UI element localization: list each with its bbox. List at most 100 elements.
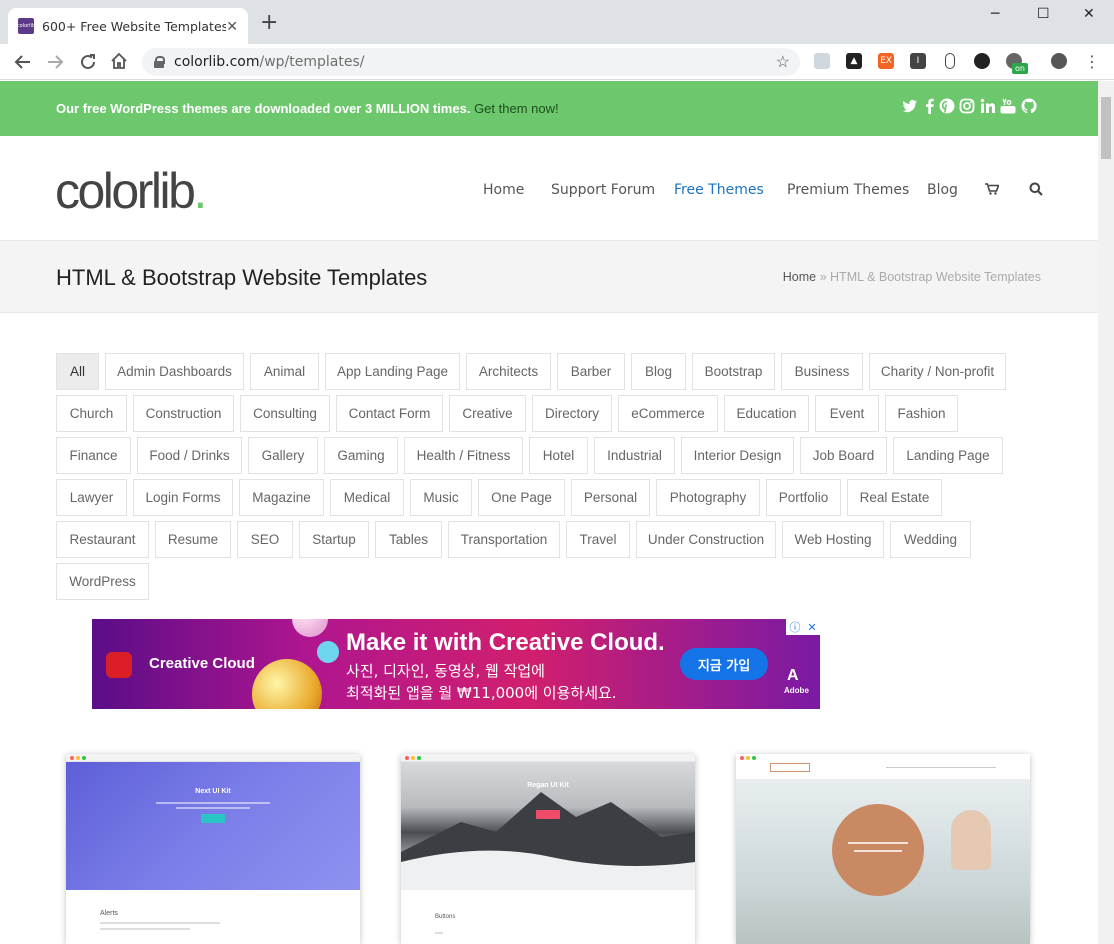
home-icon[interactable] bbox=[110, 52, 128, 70]
ad-choices[interactable]: ⓘ ✕ bbox=[786, 619, 820, 635]
tag-under-construction[interactable]: Under Construction bbox=[636, 521, 776, 558]
ex-extension-icon[interactable]: EX bbox=[878, 53, 894, 69]
tag-fashion[interactable]: Fashion bbox=[885, 395, 958, 432]
search-icon[interactable] bbox=[1029, 182, 1043, 196]
tag-blog[interactable]: Blog bbox=[631, 353, 686, 390]
tag-church[interactable]: Church bbox=[56, 395, 127, 432]
linkedin-icon[interactable] bbox=[980, 98, 996, 114]
tag-seo[interactable]: SEO bbox=[237, 521, 293, 558]
shield-extension-icon[interactable] bbox=[974, 53, 990, 69]
tag-gaming[interactable]: Gaming bbox=[324, 437, 398, 474]
tag-hotel[interactable]: Hotel bbox=[529, 437, 588, 474]
tag-food-drinks[interactable]: Food / Drinks bbox=[137, 437, 242, 474]
tag-architects[interactable]: Architects bbox=[466, 353, 551, 390]
tag-transportation[interactable]: Transportation bbox=[448, 521, 560, 558]
nav-premium-themes[interactable]: Premium Themes bbox=[787, 182, 909, 198]
tag-app-landing-page[interactable]: App Landing Page bbox=[325, 353, 460, 390]
card-hero-button bbox=[536, 810, 560, 819]
window-close-button[interactable]: ✕ bbox=[1083, 6, 1095, 22]
cart-icon[interactable] bbox=[985, 183, 999, 195]
facebook-icon[interactable] bbox=[922, 98, 938, 114]
tag-directory[interactable]: Directory bbox=[532, 395, 612, 432]
template-card-next-ui-kit[interactable]: Next UI Kit Alerts bbox=[66, 754, 360, 944]
tag-travel[interactable]: Travel bbox=[566, 521, 630, 558]
tag-interior-design[interactable]: Interior Design bbox=[681, 437, 794, 474]
tag-barber[interactable]: Barber bbox=[557, 353, 625, 390]
new-tab-button[interactable]: + bbox=[260, 12, 278, 34]
arrow-right-icon[interactable] bbox=[46, 53, 64, 71]
tag-gallery[interactable]: Gallery bbox=[248, 437, 318, 474]
ad-info-icon[interactable]: ⓘ bbox=[789, 619, 800, 635]
tag-creative[interactable]: Creative bbox=[449, 395, 526, 432]
nav-blog[interactable]: Blog bbox=[927, 182, 958, 198]
cloud-extension-icon[interactable] bbox=[814, 53, 830, 69]
template-card-regan-ui-kit[interactable]: Regan UI Kit Buttons bbox=[401, 754, 695, 944]
tag-resume[interactable]: Resume bbox=[155, 521, 231, 558]
tag-tables[interactable]: Tables bbox=[375, 521, 442, 558]
maximize-button[interactable]: ☐ bbox=[1037, 6, 1050, 22]
tag-real-estate[interactable]: Real Estate bbox=[847, 479, 942, 516]
tag-ecommerce[interactable]: eCommerce bbox=[618, 395, 718, 432]
creative-cloud-ad-banner[interactable]: Creative Cloud Make it with Creative Clo… bbox=[92, 619, 820, 709]
browser-tab[interactable]: colorlib 600+ Free Website Templates | ✕ bbox=[8, 8, 248, 44]
tag-wordpress[interactable]: WordPress bbox=[56, 563, 149, 600]
tag-restaurant[interactable]: Restaurant bbox=[56, 521, 149, 558]
mouse-extension-icon[interactable] bbox=[945, 53, 955, 69]
address-bar[interactable]: colorlib.com/wp/templates/ ☆ bbox=[142, 48, 800, 76]
github-icon[interactable] bbox=[1021, 98, 1037, 114]
nav-support-forum[interactable]: Support Forum bbox=[551, 182, 655, 198]
tag-job-board[interactable]: Job Board bbox=[800, 437, 887, 474]
url-text[interactable]: colorlib.com/wp/templates/ bbox=[174, 54, 364, 70]
tag-one-page[interactable]: One Page bbox=[478, 479, 565, 516]
tag-magazine[interactable]: Magazine bbox=[239, 479, 324, 516]
tag-landing-page[interactable]: Landing Page bbox=[893, 437, 1003, 474]
bookmark-star-icon[interactable]: ☆ bbox=[776, 52, 790, 72]
promo-cta-link[interactable]: Get them now! bbox=[474, 101, 559, 116]
colorlib-logo[interactable]: colorlib. bbox=[55, 162, 207, 220]
template-card-wedding[interactable] bbox=[736, 754, 1030, 944]
tag-wedding[interactable]: Wedding bbox=[890, 521, 971, 558]
minimize-button[interactable]: ─ bbox=[991, 6, 999, 22]
tag-charity-non-profit[interactable]: Charity / Non-profit bbox=[869, 353, 1006, 390]
tag-admin-dashboards[interactable]: Admin Dashboards bbox=[105, 353, 244, 390]
menu-kebab-icon[interactable]: ⋮ bbox=[1084, 52, 1100, 71]
tag-music[interactable]: Music bbox=[410, 479, 472, 516]
tag-construction[interactable]: Construction bbox=[133, 395, 234, 432]
tag-medical[interactable]: Medical bbox=[330, 479, 404, 516]
page-scrollbar[interactable] bbox=[1098, 81, 1114, 944]
tag-health-fitness[interactable]: Health / Fitness bbox=[404, 437, 523, 474]
tag-bootstrap[interactable]: Bootstrap bbox=[692, 353, 775, 390]
profile-avatar-icon[interactable] bbox=[1051, 53, 1067, 69]
tag-business[interactable]: Business bbox=[781, 353, 863, 390]
instagram-icon[interactable] bbox=[959, 98, 975, 114]
nav-free-themes[interactable]: Free Themes bbox=[674, 182, 764, 198]
tag-lawyer[interactable]: Lawyer bbox=[56, 479, 127, 516]
tag-consulting[interactable]: Consulting bbox=[240, 395, 330, 432]
tag-education[interactable]: Education bbox=[724, 395, 809, 432]
scrollbar-thumb[interactable] bbox=[1101, 97, 1111, 159]
tag-contact-form[interactable]: Contact Form bbox=[336, 395, 443, 432]
ad-close-icon[interactable]: ✕ bbox=[807, 621, 816, 634]
tag-industrial[interactable]: Industrial bbox=[594, 437, 675, 474]
twitter-icon[interactable] bbox=[902, 98, 918, 114]
nav-home[interactable]: Home bbox=[483, 182, 524, 198]
pinterest-icon[interactable] bbox=[939, 98, 955, 114]
arrow-left-icon[interactable] bbox=[14, 53, 32, 71]
tag-login-forms[interactable]: Login Forms bbox=[133, 479, 233, 516]
tag-startup[interactable]: Startup bbox=[299, 521, 369, 558]
tag-web-hosting[interactable]: Web Hosting bbox=[782, 521, 884, 558]
tag-animal[interactable]: Animal bbox=[250, 353, 319, 390]
tag-event[interactable]: Event bbox=[815, 395, 879, 432]
tab-close-icon[interactable]: ✕ bbox=[226, 18, 238, 35]
reload-icon[interactable] bbox=[79, 53, 97, 71]
breadcrumb-home[interactable]: Home bbox=[783, 270, 816, 284]
tag-personal[interactable]: Personal bbox=[571, 479, 650, 516]
youtube-icon[interactable] bbox=[1000, 98, 1016, 114]
triangle-extension-icon[interactable]: ▲ bbox=[846, 53, 862, 69]
tag-all[interactable]: All bbox=[56, 353, 99, 390]
tag-photography[interactable]: Photography bbox=[656, 479, 760, 516]
tag-portfolio[interactable]: Portfolio bbox=[766, 479, 841, 516]
tag-finance[interactable]: Finance bbox=[56, 437, 131, 474]
ad-signup-button[interactable]: 지금 가입 bbox=[680, 648, 768, 680]
i-extension-icon[interactable]: I bbox=[910, 53, 926, 69]
